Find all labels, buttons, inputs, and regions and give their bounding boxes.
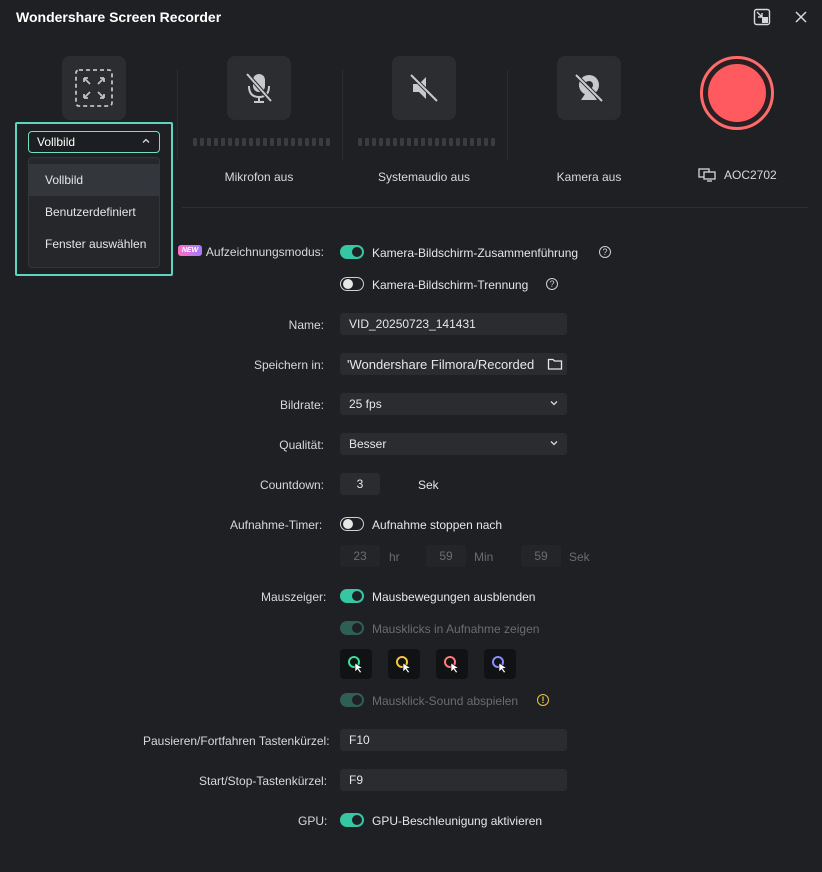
cursor-click-icon [444,656,460,674]
timer-hours-value: 23 [353,549,367,563]
split-mode-toggle[interactable] [340,277,364,291]
show-clicks-toggle[interactable] [340,621,364,635]
area-option-custom[interactable]: Benutzerdefiniert [29,196,159,228]
gpu-label: GPU: [298,814,328,828]
quality-select[interactable]: Besser [340,433,567,455]
camera-tile[interactable] [557,56,621,120]
help-icon[interactable]: ? [599,246,611,258]
click-sound-label: Mausklick-Sound abspielen [372,694,519,708]
start-shortcut-value: F9 [349,773,364,787]
mini-mode-button[interactable] [751,6,773,28]
gpu-toggle[interactable] [340,813,364,827]
area-option-fullscreen[interactable]: Vollbild [29,164,159,196]
help-icon[interactable]: ? [546,278,558,290]
cursor-style-green[interactable] [340,649,372,679]
timer-minutes-input[interactable]: 59 [426,545,466,567]
quality-value: Besser [349,437,387,451]
system-audio-level-meter [358,138,495,146]
name-value: VID_20250723_141431 [349,317,476,331]
area-dropdown-menu: Vollbild Benutzerdefiniert Fenster auswä… [28,157,160,268]
section-divider [182,207,808,208]
split-mode-label: Kamera-Bildschirm-Trennung [372,278,529,292]
pointer-label: Mauszeiger: [261,590,327,604]
system-audio-tile[interactable] [392,56,456,120]
hide-moves-label: Mausbewegungen ausblenden [372,590,536,604]
countdown-label: Countdown: [259,478,324,492]
save-location-label: Speichern in: [253,358,324,372]
chevron-down-icon [550,401,558,406]
pause-shortcut-value: F10 [349,733,370,747]
folder-icon[interactable] [547,356,563,372]
name-label: Name: [288,318,324,332]
save-location-value: 'Wondershare Filmora/Recorded [347,356,535,372]
cursor-click-icon [492,656,508,674]
monitor-icon [698,168,716,182]
timer-minutes-unit: Min [474,550,494,564]
framerate-value: 25 fps [349,397,382,411]
cursor-style-red[interactable] [436,649,468,679]
record-dot [708,64,766,122]
show-clicks-label: Mausklicks in Aufnahme zeigen [372,622,540,636]
chevron-down-icon [550,441,558,446]
close-icon [795,11,807,23]
start-shortcut-input[interactable]: F9 [340,769,567,791]
framerate-select[interactable]: 25 fps [340,393,567,415]
close-button[interactable] [790,6,812,28]
countdown-unit: Sek [418,478,439,492]
microphone-label: Mikrofon aus [224,170,294,184]
area-select[interactable]: Vollbild [28,131,160,153]
timer-minutes-value: 59 [439,549,453,563]
monitor-label: AOC2702 [724,168,777,182]
record-button[interactable] [700,56,774,130]
cursor-click-icon [396,656,412,674]
area-option-window[interactable]: Fenster auswählen [29,228,159,260]
pause-shortcut-label: Pausieren/Fortfahren Tastenkürzel: [143,734,330,748]
divider [177,70,178,160]
monitor-selector[interactable]: AOC2702 [698,168,777,182]
framerate-label: Bildrate: [279,398,324,412]
gpu-toggle-label: GPU-Beschleunigung aktivieren [372,814,543,828]
name-input[interactable]: VID_20250723_141431 [340,313,567,335]
area-select-value: Vollbild [37,135,76,149]
system-audio-label: Systemaudio aus [377,170,471,184]
pause-shortcut-input[interactable]: F10 [340,729,567,751]
timer-hours-input[interactable]: 23 [340,545,380,567]
timer-seconds-input[interactable]: 59 [521,545,561,567]
quality-label: Qualität: [279,438,324,452]
chevron-up-icon [142,138,150,143]
countdown-input[interactable]: 3 [340,473,380,495]
microphone-level-meter [193,138,330,146]
hide-moves-toggle[interactable] [340,589,364,603]
title-bar: Wondershare Screen Recorder [0,0,822,34]
timer-toggle-label: Aufnahme stoppen nach [372,518,503,532]
info-icon[interactable]: ! [537,694,549,706]
timer-toggle[interactable] [340,517,364,531]
cursor-style-yellow[interactable] [388,649,420,679]
microphone-tile[interactable] [227,56,291,120]
new-badge: NEW [178,245,202,256]
timer-label: Aufnahme-Timer: [230,518,323,532]
camera-off-icon [574,73,604,103]
timer-seconds-unit: Sek [569,550,590,564]
cursor-style-blue[interactable] [484,649,516,679]
screen-area-tile[interactable] [62,56,126,120]
merge-mode-label: Kamera-Bildschirm-Zusammenführung [372,246,579,260]
minimize-window-icon [753,8,771,26]
save-location-input[interactable]: 'Wondershare Filmora/Recorded [340,353,567,375]
fullscreen-icon [75,69,113,107]
camera-label: Kamera aus [556,170,622,184]
merge-mode-toggle[interactable] [340,245,364,259]
click-sound-toggle[interactable] [340,693,364,707]
cursor-click-icon [348,656,364,674]
timer-hours-unit: hr [389,550,400,564]
start-shortcut-label: Start/Stop-Tastenkürzel: [199,774,328,788]
speaker-off-icon [409,73,439,103]
divider [507,70,508,160]
divider [342,70,343,160]
timer-seconds-value: 59 [534,549,548,563]
window-title: Wondershare Screen Recorder [16,9,222,25]
countdown-value: 3 [356,477,364,491]
recording-mode-label: Aufzeichnungsmodus: [205,245,324,259]
mic-off-icon [245,72,273,103]
